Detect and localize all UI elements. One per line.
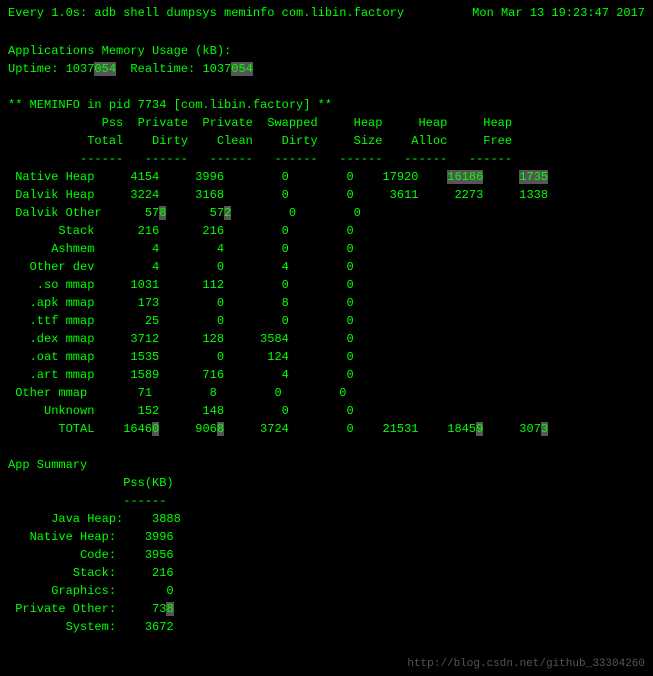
app-summary-native-heap: Native Heap: 3996 [8, 530, 174, 544]
uptime-line: Uptime: 1037054 Realtime: 1037054 [8, 62, 253, 76]
header-timestamp: Mon Mar 13 19:23:47 2017 [472, 6, 645, 20]
col-divider: ------ ------ ------ ------ ------ -----… [8, 152, 512, 166]
realtime-highlight: 054 [231, 62, 253, 76]
header-bar: Every 1.0s: adb shell dumpsys meminfo co… [8, 6, 645, 20]
row-apk-mmap: .apk mmap 173 0 8 0 [8, 296, 354, 310]
row-native-heap: Native Heap 4154 3996 0 0 17920 16186 17… [8, 170, 548, 184]
watermark: http://blog.csdn.net/github_33304260 [8, 658, 645, 670]
row-dalvik-heap: Dalvik Heap 3224 3168 0 0 3611 2273 1338 [8, 188, 548, 202]
app-summary-system: System: 3672 [8, 620, 174, 634]
row-ashmem: Ashmem 4 4 0 0 [8, 242, 354, 256]
row-other-mmap: Other mmap 71 8 0 0 [8, 386, 346, 400]
row-oat-mmap: .oat mmap 1535 0 124 0 [8, 350, 354, 364]
row-ttf-mmap: .ttf mmap 25 0 0 0 [8, 314, 354, 328]
uptime-highlight: 054 [94, 62, 116, 76]
app-summary-graphics: Graphics: 0 [8, 584, 174, 598]
app-memory-label: Applications Memory Usage (kB): [8, 44, 231, 58]
terminal-window: Every 1.0s: adb shell dumpsys meminfo co… [8, 6, 645, 670]
app-summary-stack: Stack: 216 [8, 566, 174, 580]
col-headers-2: Total Dirty Clean Dirty Size Alloc Free [8, 134, 512, 148]
col-headers-1: Pss Private Private Swapped Heap Heap He… [8, 116, 512, 130]
row-total: TOTAL 16460 9068 3724 0 21531 18459 3073 [8, 422, 548, 436]
row-stack: Stack 216 216 0 0 [8, 224, 354, 238]
row-art-mmap: .art mmap 1589 716 4 0 [8, 368, 354, 382]
meminfo-header: ** MEMINFO in pid 7734 [com.libin.factor… [8, 98, 332, 112]
app-summary-label: App Summary [8, 458, 87, 472]
app-summary-private-other: Private Other: 738 [8, 602, 174, 616]
app-summary-col-header: Pss(KB) [8, 476, 174, 490]
app-summary-code: Code: 3956 [8, 548, 174, 562]
row-so-mmap: .so mmap 1031 112 0 0 [8, 278, 354, 292]
row-dalvik-other: Dalvik Other 578 572 0 0 [8, 206, 361, 220]
terminal-content: Applications Memory Usage (kB): Uptime: … [8, 24, 645, 654]
header-command: Every 1.0s: adb shell dumpsys meminfo co… [8, 6, 404, 20]
row-other-dev: Other dev 4 0 4 0 [8, 260, 354, 274]
row-dex-mmap: .dex mmap 3712 128 3584 0 [8, 332, 354, 346]
row-unknown: Unknown 152 148 0 0 [8, 404, 354, 418]
app-summary-java-heap: Java Heap: 3888 [8, 512, 181, 526]
app-summary-divider: ------ [8, 494, 166, 508]
